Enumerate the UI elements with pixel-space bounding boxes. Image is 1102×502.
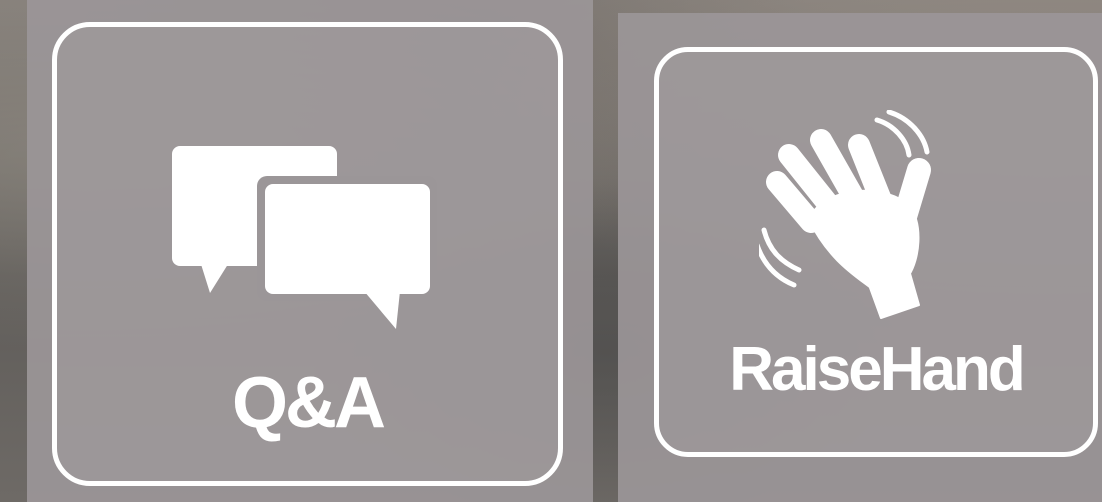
qa-button[interactable]: Q&A bbox=[52, 22, 563, 486]
qa-label: Q&A bbox=[232, 363, 386, 443]
waving-hand-icon bbox=[759, 110, 931, 319]
raise-hand-button[interactable]: RaiseHand bbox=[654, 47, 1098, 457]
chat-bubbles-icon bbox=[172, 146, 437, 329]
raise-hand-label: RaiseHand bbox=[729, 335, 1025, 404]
toolbar-background: Q&A RaiseHand bbox=[0, 0, 1102, 502]
